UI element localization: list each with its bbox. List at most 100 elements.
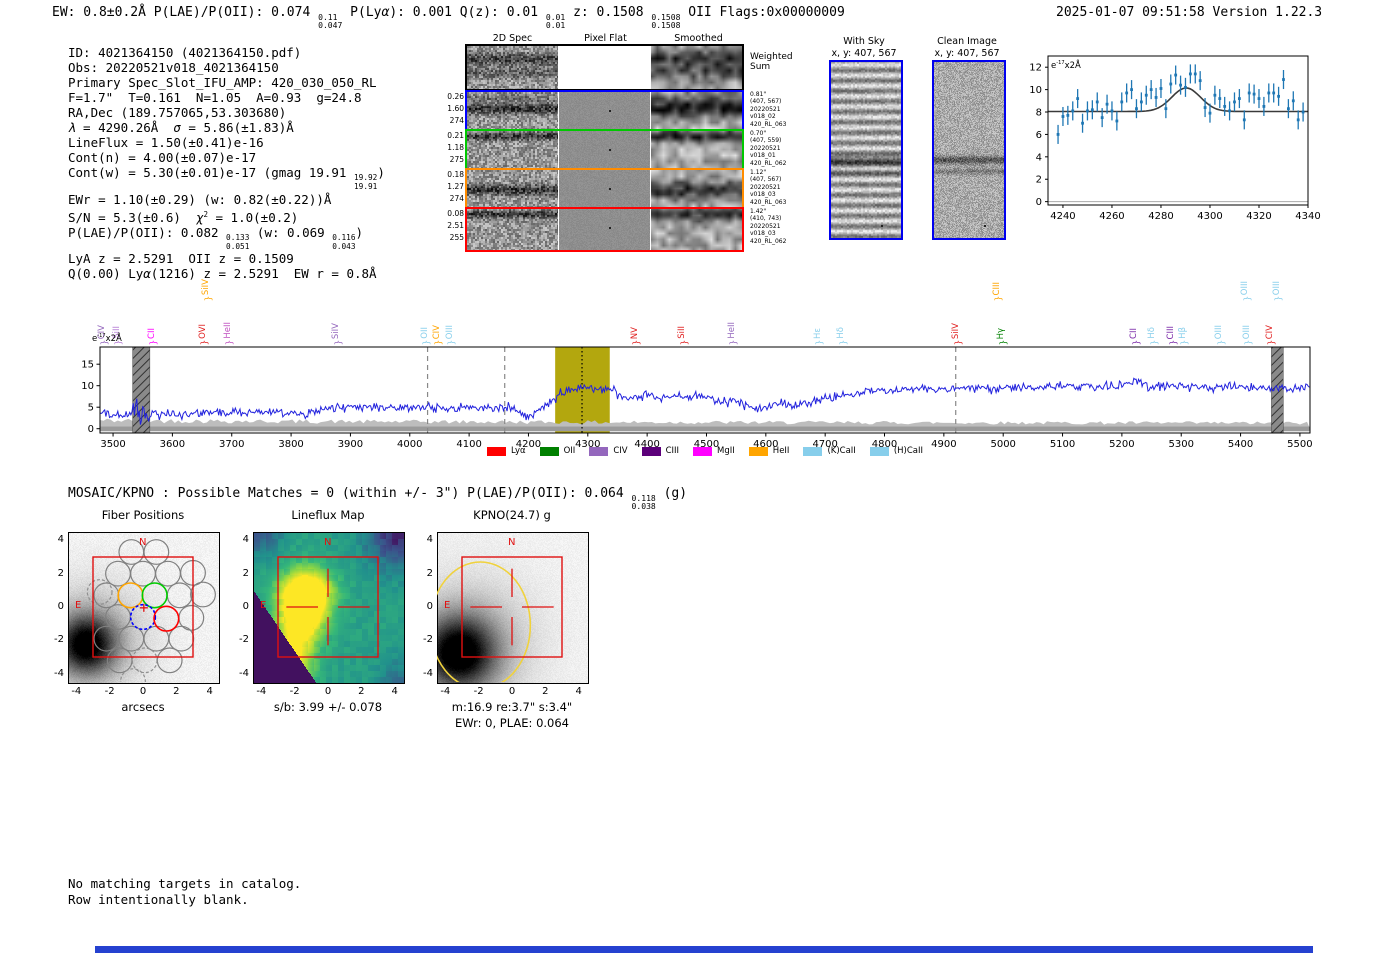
cutout-right-value: 20220521 (750, 183, 781, 191)
tick-label: 10 (81, 381, 94, 392)
y-tick-label: 0 (426, 601, 433, 612)
cutout-left-value: 274 (449, 194, 464, 203)
legend-swatch (869, 446, 889, 456)
plot-element (1115, 119, 1119, 123)
x-tick-label: 0 (508, 686, 516, 697)
legend-label: MgII (717, 446, 735, 456)
smoothed-image (651, 46, 742, 89)
plot-element (1159, 87, 1163, 90)
x-tick-label: 4 (391, 686, 398, 697)
y-tick-label: -2 (54, 634, 64, 646)
cutout-row-right-labels: 0.81" (407, 567) 20220521 v018_02 420_RL_063 (750, 91, 798, 128)
plot-element (1120, 100, 1124, 104)
y-tick-label: 2 (57, 567, 64, 579)
y-tick-label: 4 (57, 534, 64, 546)
tick-label: 6 (1036, 130, 1042, 141)
info-line-8: Cont(n) = 4.00(±0.07)e-17 (68, 150, 257, 165)
x-tick-label: 0 (139, 686, 147, 697)
cutout-left-value: 0.18 (447, 170, 464, 179)
cutout-row-strip (465, 129, 744, 172)
legend-item: Lyα (487, 446, 526, 456)
legend-item: (H)CaII (869, 446, 923, 456)
info-line-13: LyA z = 2.5291 OII z = 0.1509 (68, 251, 294, 267)
tick-label: 4 (1036, 152, 1042, 163)
plot-element (1135, 107, 1138, 111)
tick-label: 0 (88, 424, 94, 435)
cutout-right-value: 20220521 (750, 105, 781, 113)
panel-caption2: EWr: 0, PLAE: 0.064 (455, 716, 569, 730)
legend-swatch (803, 446, 823, 456)
weighted-sum-label: Weighted Sum (750, 52, 793, 72)
plot-element (1282, 78, 1285, 81)
cutout-left-value: 0.21 (447, 131, 464, 140)
smoothed-image (651, 209, 742, 250)
tick-label: 4280 (1148, 211, 1173, 222)
plot-element (1100, 116, 1104, 120)
plot-element (1242, 118, 1246, 122)
plot-element (1301, 110, 1305, 114)
plot-element (1149, 88, 1153, 92)
cutout-right-value: 420_RL_063 (750, 120, 787, 128)
plot-element (1228, 109, 1231, 113)
cutout-left-value: 1.60 (447, 104, 464, 113)
legend-label: CIV (613, 446, 628, 456)
compass-north: N (324, 537, 332, 548)
legend-item: (K)CaII (803, 446, 856, 456)
cutout-right-value: 1.12" (750, 169, 767, 176)
cutout-right-value: 420_RL_063 (750, 198, 787, 206)
cutout-right-value: 420_RL_062 (750, 237, 787, 245)
y-tick-label: -2 (239, 634, 249, 646)
cutout-right-value: (407, 559) (750, 137, 782, 145)
plot-element (1076, 97, 1080, 100)
y-tick-label: 4 (426, 534, 433, 546)
tick-label: 4240 (1050, 211, 1075, 222)
pixel-flat-image (559, 46, 650, 89)
tick-label: 10 (1030, 85, 1042, 96)
legend-swatch (748, 446, 768, 456)
2d-spec-image (467, 92, 558, 131)
cutout-row-left-labels: 0.08 2.51 255 (438, 208, 464, 244)
cutout-row-right-labels: 1.12" (407, 567) 20220521 v018_03 420_RL_063 (750, 169, 798, 206)
clean-image (934, 62, 1004, 238)
report-version: Version 1.22.3 (1212, 5, 1323, 20)
legend-label: (H)CaII (893, 446, 923, 456)
sky-image-panels: With Sky x, y: 407, 567 Clean Image x, y: 4… (810, 33, 1040, 248)
sky-panel-title-line2: x, y: 407, 567 (934, 47, 1000, 59)
plot-element (1061, 115, 1065, 118)
tick-label: 12 (1030, 63, 1042, 74)
tick-label: 15 (81, 360, 94, 371)
compass-north: N (139, 537, 147, 548)
x-tick-label: 4 (206, 686, 213, 697)
x-tick-label: 2 (173, 686, 180, 697)
x-tick-label: -4 (440, 686, 451, 697)
plot-element (1169, 82, 1173, 86)
cutout-right-value: (407, 567) (750, 176, 782, 184)
plot-element (1188, 72, 1192, 76)
x-tick-label: 0 (324, 686, 332, 697)
cutout-left-value: 274 (449, 116, 464, 125)
plot-element (1271, 346, 1284, 434)
legend-item: CIV (589, 446, 628, 456)
y-tick-label: 0 (57, 601, 64, 612)
footer-notes: No matching targets in catalog. Row inten… (68, 876, 301, 908)
plot-element (1110, 109, 1114, 113)
cutout-right-value: 20220521 (750, 222, 781, 230)
cutout-left-value: 0.08 (447, 209, 464, 218)
2d-spec-image (467, 131, 558, 170)
plot-element (1267, 91, 1271, 95)
info-line-1: ID: 4021364150 (4021364150.pdf) (68, 45, 302, 60)
cutout-right-value: 20220521 (750, 144, 781, 152)
report-datetime: 2025-01-07 09:51:58 (1056, 5, 1205, 20)
tick-label: 4320 (1246, 211, 1271, 222)
info-line-12: P(LAE)/P(OII): 0.082 0.133 0.051 (w: 0.06… (68, 224, 364, 251)
panel-title: Fiber Positions (101, 508, 185, 522)
cutout-left-value: 1.27 (447, 182, 464, 191)
plot-element (99, 377, 1310, 425)
plot-element (1262, 105, 1266, 108)
compass-east: E (444, 600, 451, 611)
x-tick-label: -4 (256, 686, 267, 697)
plot-element (1174, 73, 1178, 77)
plot-element (1296, 118, 1300, 122)
y-tick-label: -2 (423, 634, 433, 646)
sky-panel-title: With Sky x, y: 407, 567 (814, 36, 914, 59)
